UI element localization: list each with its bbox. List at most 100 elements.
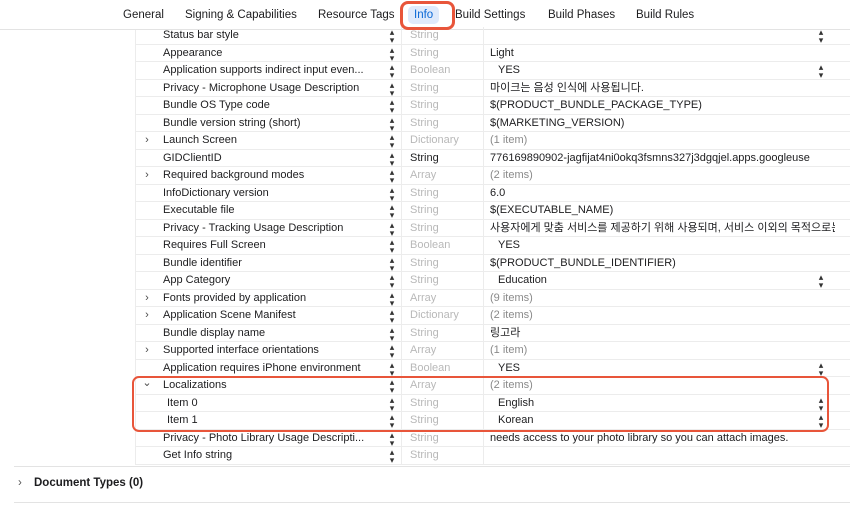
- key-stepper-icon[interactable]: ▴ ▾: [387, 132, 397, 150]
- plist-type[interactable]: Boolean: [410, 360, 490, 378]
- plist-value[interactable]: $(PRODUCT_BUNDLE_PACKAGE_TYPE): [490, 97, 835, 115]
- plist-row[interactable]: Get Info string ▴ ▾ String: [135, 447, 850, 465]
- chevron-right-icon[interactable]: ›: [141, 132, 153, 150]
- plist-row[interactable]: App Category ▴ ▾ String Education ▴ ▾: [135, 272, 850, 290]
- plist-row[interactable]: › Fonts provided by application ▴ ▾ Array (9 …: [135, 289, 850, 308]
- plist-value[interactable]: 776169890902-jagfijat4ni0okq3fsmns327j3d…: [490, 150, 835, 168]
- plist-type[interactable]: Array: [410, 342, 490, 360]
- key-stepper-icon[interactable]: ▴ ▾: [387, 237, 397, 255]
- tab-build-settings[interactable]: Build Settings: [455, 6, 525, 24]
- plist-value[interactable]: YES: [498, 62, 843, 80]
- chevron-right-icon[interactable]: ›: [141, 290, 153, 308]
- plist-key[interactable]: App Category: [163, 272, 383, 290]
- value-stepper-icon[interactable]: ▴ ▾: [815, 360, 827, 378]
- key-stepper-icon[interactable]: ▴ ▾: [387, 325, 397, 343]
- plist-value[interactable]: 사용자에게 맞춤 서비스를 제공하기 위해 사용되며, 서비스 이외의 목적으로…: [490, 220, 835, 238]
- key-stepper-icon[interactable]: ▴ ▾: [387, 62, 397, 80]
- chevron-right-icon[interactable]: ›: [141, 342, 153, 360]
- plist-value[interactable]: [498, 27, 843, 45]
- key-stepper-icon[interactable]: ▴ ▾: [387, 115, 397, 133]
- chevron-right-icon[interactable]: ›: [18, 475, 34, 491]
- key-stepper-icon[interactable]: ▴ ▾: [387, 150, 397, 168]
- value-stepper-icon[interactable]: ▴ ▾: [815, 62, 827, 80]
- plist-row[interactable]: InfoDictionary version ▴ ▾ String 6.0: [135, 184, 850, 203]
- plist-value[interactable]: 마이크는 음성 인식에 사용됩니다.: [490, 80, 835, 98]
- plist-row[interactable]: Executable file ▴ ▾ String $(EXECUTABLE_NAME…: [135, 202, 850, 220]
- plist-type[interactable]: Dictionary: [410, 307, 490, 325]
- tab-resource-tags[interactable]: Resource Tags: [318, 6, 395, 24]
- plist-row[interactable]: Bundle OS Type code ▴ ▾ String $(PRODUCT_BUN…: [135, 97, 850, 115]
- plist-row[interactable]: › Supported interface orientations ▴ ▾ Array…: [135, 342, 850, 360]
- plist-row[interactable]: GIDClientID ▴ ▾ String 776169890902-jagfijat…: [135, 149, 850, 168]
- key-stepper-icon[interactable]: ▴ ▾: [387, 290, 397, 308]
- plist-value[interactable]: $(MARKETING_VERSION): [490, 115, 835, 133]
- plist-value[interactable]: (2 items): [490, 167, 835, 185]
- key-stepper-icon[interactable]: ▴ ▾: [387, 447, 397, 465]
- plist-key[interactable]: Requires Full Screen: [163, 237, 383, 255]
- key-stepper-icon[interactable]: ▴ ▾: [387, 360, 397, 378]
- plist-value[interactable]: Light: [490, 45, 835, 63]
- plist-row[interactable]: › Launch Screen ▴ ▾ Dictionary (1 item): [135, 132, 850, 150]
- plist-type[interactable]: String: [410, 45, 490, 63]
- plist-key[interactable]: Bundle identifier: [163, 255, 383, 273]
- plist-type[interactable]: Array: [410, 167, 490, 185]
- plist-type[interactable]: String: [410, 447, 490, 465]
- plist-type[interactable]: String: [410, 27, 490, 45]
- plist-key[interactable]: Executable file: [163, 202, 383, 220]
- plist-row[interactable]: Privacy - Microphone Usage Description ▴ ▾…: [135, 79, 850, 98]
- plist-key[interactable]: Application supports indirect input even…: [163, 62, 383, 80]
- plist-value[interactable]: YES: [498, 237, 843, 255]
- plist-row[interactable]: Bundle version string (short) ▴ ▾ String $(M…: [135, 114, 850, 133]
- plist-key[interactable]: Application requires iPhone environment: [163, 360, 383, 378]
- value-stepper-icon[interactable]: ▴ ▾: [815, 27, 827, 45]
- plist-key[interactable]: Required background modes: [163, 167, 383, 185]
- plist-row[interactable]: Bundle identifier ▴ ▾ String $(PRODUCT_BUNDL…: [135, 254, 850, 273]
- plist-key[interactable]: Privacy - Photo Library Usage Descripti.…: [163, 430, 383, 448]
- plist-row[interactable]: Application requires iPhone environment ▴…: [135, 359, 850, 378]
- plist-type[interactable]: Dictionary: [410, 132, 490, 150]
- plist-value[interactable]: (9 items): [490, 290, 835, 308]
- plist-value[interactable]: (1 item): [490, 132, 835, 150]
- plist-key[interactable]: Fonts provided by application: [163, 290, 383, 308]
- plist-type[interactable]: String: [410, 202, 490, 220]
- key-stepper-icon[interactable]: ▴ ▾: [387, 167, 397, 185]
- plist-value[interactable]: needs access to your photo library so yo…: [490, 430, 835, 448]
- plist-key[interactable]: Status bar style: [163, 27, 383, 45]
- tab-general[interactable]: General: [123, 6, 164, 24]
- plist-row[interactable]: Privacy - Tracking Usage Description ▴ ▾ St…: [135, 219, 850, 238]
- plist-value[interactable]: YES: [498, 360, 843, 378]
- plist-type[interactable]: String: [410, 97, 490, 115]
- plist-value[interactable]: 링고라: [490, 325, 835, 343]
- key-stepper-icon[interactable]: ▴ ▾: [387, 185, 397, 203]
- chevron-right-icon[interactable]: ›: [141, 167, 153, 185]
- key-stepper-icon[interactable]: ▴ ▾: [387, 255, 397, 273]
- plist-value[interactable]: Education: [498, 272, 843, 290]
- plist-key[interactable]: Launch Screen: [163, 132, 383, 150]
- key-stepper-icon[interactable]: ▴ ▾: [387, 45, 397, 63]
- plist-type[interactable]: String: [410, 150, 490, 168]
- plist-key[interactable]: Privacy - Tracking Usage Description: [163, 220, 383, 238]
- key-stepper-icon[interactable]: ▴ ▾: [387, 80, 397, 98]
- plist-type[interactable]: Boolean: [410, 62, 490, 80]
- key-stepper-icon[interactable]: ▴ ▾: [387, 430, 397, 448]
- plist-type[interactable]: String: [410, 220, 490, 238]
- plist-row[interactable]: › Required background modes ▴ ▾ Array (2 item…: [135, 167, 850, 185]
- tab-build-rules[interactable]: Build Rules: [636, 6, 694, 24]
- plist-row[interactable]: Bundle display name ▴ ▾ String 링고라: [135, 324, 850, 343]
- plist-value[interactable]: 6.0: [490, 185, 835, 203]
- plist-key[interactable]: Bundle version string (short): [163, 115, 383, 133]
- plist-key[interactable]: Privacy - Microphone Usage Description: [163, 80, 383, 98]
- plist-value[interactable]: (2 items): [490, 307, 835, 325]
- key-stepper-icon[interactable]: ▴ ▾: [387, 202, 397, 220]
- plist-row[interactable]: Appearance ▴ ▾ String Light: [135, 44, 850, 63]
- key-stepper-icon[interactable]: ▴ ▾: [387, 97, 397, 115]
- plist-type[interactable]: String: [410, 185, 490, 203]
- plist-key[interactable]: Bundle OS Type code: [163, 97, 383, 115]
- plist-row[interactable]: Requires Full Screen ▴ ▾ Boolean YES: [135, 237, 850, 255]
- plist-type[interactable]: Boolean: [410, 237, 490, 255]
- plist-row[interactable]: › Application Scene Manifest ▴ ▾ Dictionary(…: [135, 307, 850, 325]
- plist-key[interactable]: Get Info string: [163, 447, 383, 465]
- key-stepper-icon[interactable]: ▴ ▾: [387, 307, 397, 325]
- plist-type[interactable]: String: [410, 430, 490, 448]
- plist-key[interactable]: GIDClientID: [163, 150, 383, 168]
